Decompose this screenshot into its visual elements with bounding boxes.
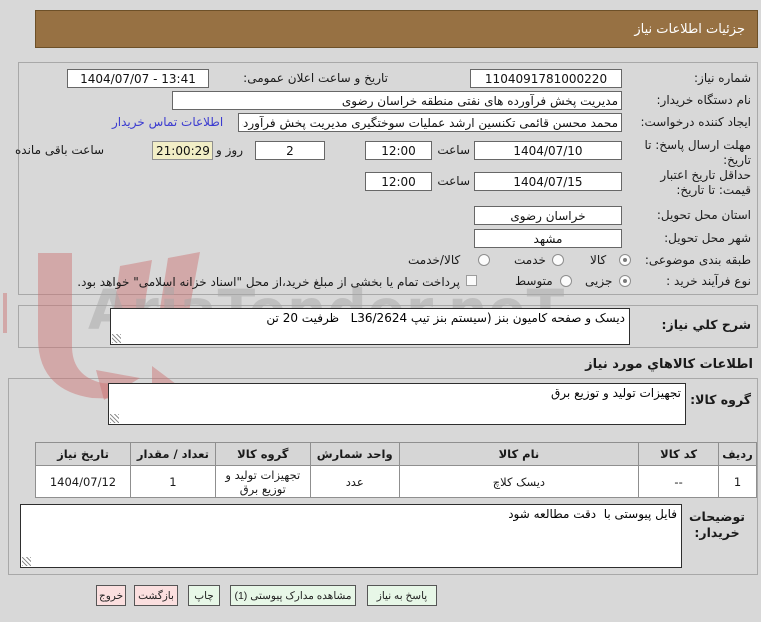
radio-medium[interactable] <box>560 275 572 287</box>
title-bar: جزئیات اطلاعات نیاز <box>35 10 758 48</box>
tender-details-page: AriaTender.neT جزئیات اطلاعات نیاز شماره… <box>0 0 761 622</box>
buyer-notes-textarea[interactable]: فایل پیوستی با دقت مطالعه شود <box>20 504 682 568</box>
radio-service-label: خدمت <box>514 253 546 267</box>
radio-goods[interactable] <box>619 254 631 266</box>
buyer-contact-link[interactable]: اطلاعات تماس خریدار <box>112 115 223 129</box>
buyer-org-field[interactable] <box>172 91 622 110</box>
province-field[interactable] <box>474 206 622 225</box>
remaining-days-label: روز و <box>216 143 243 157</box>
print-button[interactable]: چاپ <box>188 585 220 606</box>
price-validity-date-field[interactable] <box>474 172 622 191</box>
cell-name: دیسک کلاچ <box>398 465 640 498</box>
radio-partial-label: جزیی <box>585 274 613 288</box>
cell-qty: 1 <box>130 465 216 498</box>
remaining-time-field <box>152 141 213 160</box>
reply-deadline-label: مهلت ارسال پاسخ: تا تاریخ: <box>644 138 751 167</box>
radio-service[interactable] <box>552 254 564 266</box>
table-row: 1 -- دیسک کلاچ عدد تجهیزات تولید و توزیع… <box>35 465 757 498</box>
remaining-suffix-label: ساعت باقی مانده <box>15 143 105 157</box>
need-number-label: شماره نیاز: <box>694 71 751 85</box>
buyer-org-label: نام دستگاه خریدار: <box>656 93 752 107</box>
need-number-field[interactable] <box>470 69 622 88</box>
col-name: نام کالا <box>398 442 640 466</box>
announce-datetime-label: تاریخ و ساعت اعلان عمومی: <box>243 71 388 85</box>
col-need-date: تاریخ نیاز <box>35 442 131 466</box>
cell-unit: عدد <box>309 465 400 498</box>
price-validity-time-field[interactable] <box>365 172 432 191</box>
col-qty: تعداد / مقدار <box>130 442 216 466</box>
radio-goods-service[interactable] <box>478 254 490 266</box>
cell-row: 1 <box>718 465 757 498</box>
cell-group: تجهیزات تولید و توزیع برق <box>214 465 311 498</box>
creator-label: ایجاد کننده درخواست: <box>640 115 751 129</box>
goods-section-header: اطلاعات کالاهاي مورد نیاز <box>585 357 753 372</box>
city-label: شهر محل تحویل: <box>664 231 751 245</box>
table-header-row: ردیف کد کالا نام کالا واحد شمارش گروه کا… <box>35 442 757 466</box>
radio-goods-service-label: کالا/خدمت <box>408 253 461 267</box>
price-validity-label: حداقل تاریخ اعتبار قیمت: تا تاریخ: <box>660 168 751 197</box>
description-textarea[interactable]: دیسک و صفحه کامیون بنز (سیستم بنز تیپ L3… <box>110 308 630 345</box>
radio-goods-label: کالا <box>590 253 607 267</box>
resize-grip-icon[interactable] <box>22 557 31 566</box>
exit-button[interactable]: خروج <box>96 585 126 606</box>
buyer-notes-label: توضیحات خریدار: <box>689 509 745 540</box>
page-title: جزئیات اطلاعات نیاز <box>634 21 745 37</box>
subject-class-label: طبقه بندی موضوعی: <box>644 253 751 267</box>
col-group: گروه کالا <box>214 442 311 466</box>
price-validity-time-label: ساعت <box>437 174 470 188</box>
cell-code: -- <box>638 465 720 498</box>
announce-datetime-field[interactable] <box>67 69 209 88</box>
province-label: استان محل تحویل: <box>656 208 751 222</box>
treasury-payment-label: پرداخت تمام یا بخشی از مبلغ خرید،از محل … <box>77 275 460 289</box>
process-type-label: نوع فرآیند خرید : <box>666 274 751 288</box>
creator-field[interactable] <box>238 113 622 132</box>
radio-medium-label: متوسط <box>515 274 553 288</box>
treasury-payment-checkbox[interactable] <box>466 275 477 286</box>
back-button[interactable]: بازگشت <box>134 585 178 606</box>
remaining-days-field[interactable] <box>255 141 325 160</box>
radio-partial[interactable] <box>619 275 631 287</box>
view-attachments-button[interactable]: مشاهده مدارک پیوستی (1) <box>230 585 356 606</box>
city-field[interactable] <box>474 229 622 248</box>
reply-to-need-button[interactable]: پاسخ به نیاز <box>367 585 437 606</box>
goods-table: ردیف کد کالا نام کالا واحد شمارش گروه کا… <box>35 442 757 498</box>
col-unit: واحد شمارش <box>309 442 400 466</box>
reply-deadline-date-field[interactable] <box>474 141 622 160</box>
description-label: شرح کلي نیاز: <box>661 317 751 332</box>
resize-grip-icon[interactable] <box>112 334 121 343</box>
cell-need-date: 1404/07/12 <box>35 465 131 498</box>
col-row: ردیف <box>718 442 757 466</box>
goods-group-label: گروه کالا: <box>690 392 751 407</box>
resize-grip-icon[interactable] <box>110 414 119 423</box>
col-code: کد کالا <box>638 442 720 466</box>
goods-group-textarea[interactable]: تجهیزات تولید و توزیع برق <box>108 383 686 425</box>
reply-deadline-time-field[interactable] <box>365 141 432 160</box>
reply-deadline-time-label: ساعت <box>437 143 470 157</box>
